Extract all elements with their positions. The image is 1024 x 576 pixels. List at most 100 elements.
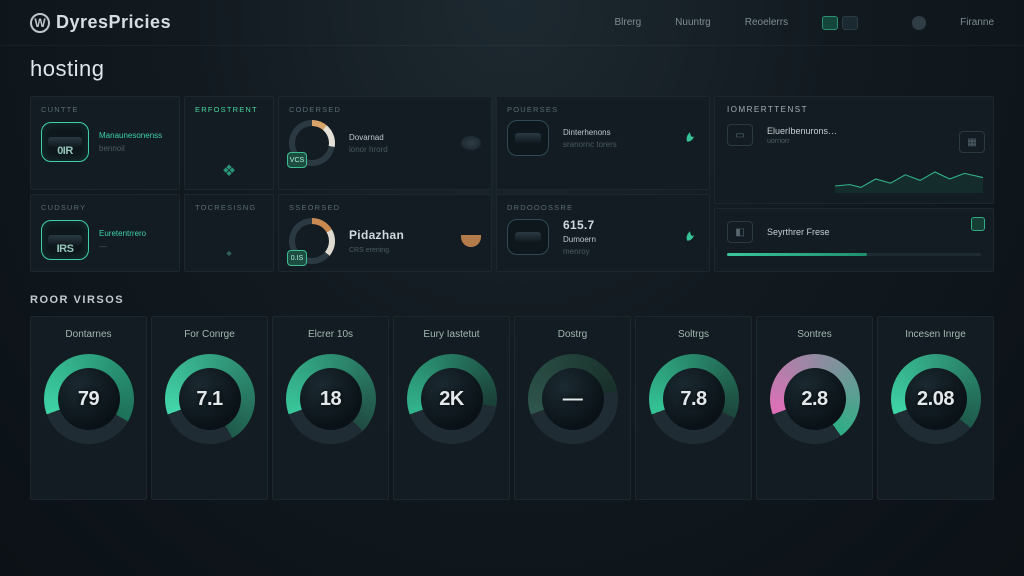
card-icon: ▭ — [727, 124, 753, 146]
metric-lines: Dovarnad lonor hrord — [349, 133, 388, 154]
metric-label: DRDOOOSSRE — [507, 203, 699, 212]
leaf-icon — [681, 230, 699, 244]
gauge-ring-icon: 7.8 — [649, 354, 739, 444]
metric-card-6[interactable]: SSEORSED 0.IS Pidazhan CRS erening — [278, 194, 492, 272]
metric-value: IRS — [57, 243, 74, 255]
metric-value: 0IR — [57, 145, 73, 157]
metric-label: ERFOSTRENT — [195, 105, 258, 114]
gauge-title: Dontarnes — [65, 329, 111, 340]
device-icon: 0IR — [41, 122, 89, 162]
brand: W DyresPricies — [30, 12, 171, 33]
gauge-card-0[interactable]: Dontarnes 79 — [30, 316, 147, 500]
avatar-icon[interactable] — [912, 16, 926, 30]
chip-icon — [507, 120, 549, 156]
brand-name: DyresPricies — [56, 12, 171, 33]
metric-card-5[interactable]: TOCRESISNG ⬩ — [184, 194, 274, 272]
spark-icon: ❖ — [222, 161, 236, 181]
gauge-ring-icon: 2.08 — [891, 354, 981, 444]
page-title: hosting — [0, 46, 1024, 96]
status-badge-dim-icon[interactable] — [842, 16, 858, 30]
metric-card-1[interactable]: ERFOSTRENT ❖ — [184, 96, 274, 190]
bowl-icon — [461, 235, 481, 247]
gauge-title: Incesen Inrge — [905, 329, 966, 340]
metrics-grid: CUNTTE 0IR Manaunesonenss bennoil ERFOST… — [30, 96, 710, 272]
metric-label: TOCRESISNG — [195, 203, 256, 212]
gauge-value: 7.8 — [680, 388, 706, 411]
gauge-value: 2K — [439, 388, 464, 411]
gauge-ring-icon: 7.1 — [165, 354, 255, 444]
panel-line1: EluerIbenurons… — [767, 126, 837, 136]
gauge-title: For Conrge — [184, 329, 235, 340]
gauge-card-4[interactable]: Dostrg — — [514, 316, 631, 500]
gauge-title: Eury Iastetut — [423, 329, 479, 340]
gauge-value: 79 — [78, 388, 99, 411]
panel-title: IOmrerttenst — [727, 105, 981, 114]
sparkline — [835, 165, 983, 193]
gauge-value: 2.08 — [917, 388, 954, 411]
section-title-gauges: ROOR VIRSOS — [0, 272, 1024, 316]
metric-card-7[interactable]: DRDOOOSSRE 615.7 Dumoern menroy — [496, 194, 710, 272]
metric-card-4[interactable]: CUDSURY IRS Euretentrrero — — [30, 194, 180, 272]
metric-lines: 615.7 Dumoern menroy — [563, 218, 596, 256]
orb-icon — [461, 136, 481, 150]
header: W DyresPricies Blrerg Nuuntrg Reoelerrs … — [0, 0, 1024, 46]
nav-link-0[interactable]: Blrerg — [614, 17, 641, 28]
brand-logo-icon: W — [30, 13, 50, 33]
overview-section: CUNTTE 0IR Manaunesonenss bennoil ERFOST… — [0, 96, 1024, 272]
metric-label: CUNTTE — [41, 105, 169, 114]
gauge-title: Dostrg — [558, 329, 587, 340]
diamond-icon: ⬩ — [226, 245, 232, 263]
metric-card-2[interactable]: CODERSED VCS Dovarnad lonor hrord — [278, 96, 492, 190]
usage-panel[interactable]: ◧ Seyrthrer Frese — [714, 208, 994, 272]
gauge-ring-icon: 2.8 — [770, 354, 860, 444]
pie-icon: VCS — [289, 120, 335, 166]
metric-card-3[interactable]: POUERSES Dinterhenons sranornc torers — [496, 96, 710, 190]
ring-badge: VCS — [287, 152, 307, 168]
gauge-card-6[interactable]: Sontres 2.8 — [756, 316, 873, 500]
chip-icon — [507, 219, 549, 255]
ring-badge: 0.IS — [287, 250, 307, 266]
panel-line2: uorriorr — [767, 138, 837, 145]
gauge-ring-icon: 2K — [407, 354, 497, 444]
nav-link-3[interactable]: Firanne — [960, 17, 994, 28]
gauge-card-1[interactable]: For Conrge 7.1 — [151, 316, 268, 500]
gauge-value: 7.1 — [196, 388, 222, 411]
metric-lines: Manaunesonenss bennoil — [99, 131, 162, 153]
gauge-title: Elcrer 10s — [308, 329, 353, 340]
gauge-card-5[interactable]: Soltrgs 7.8 — [635, 316, 752, 500]
usage-bar — [727, 253, 981, 256]
gauge-value: — — [563, 388, 583, 411]
nav-link-1[interactable]: Nuuntrg — [675, 17, 711, 28]
expand-icon[interactable] — [971, 217, 985, 231]
metric-lines: Euretentrrero — — [99, 229, 146, 251]
gauge-ring-icon: 79 — [44, 354, 134, 444]
top-nav: Blrerg Nuuntrg Reoelerrs Firanne — [614, 16, 994, 30]
disk-icon: ◧ — [727, 221, 753, 243]
gauge-title: Sontres — [797, 329, 831, 340]
gauge-card-2[interactable]: Elcrer 10s 18 — [272, 316, 389, 500]
leaf-icon — [681, 131, 699, 145]
grid-icon: ▦ — [959, 131, 985, 153]
gauge-value: 2.8 — [801, 388, 827, 411]
gauge-card-7[interactable]: Incesen Inrge 2.08 — [877, 316, 994, 500]
nav-link-2[interactable]: Reoelerrs — [745, 17, 788, 28]
metric-lines: Pidazhan CRS erening — [349, 228, 404, 254]
gauge-title: Soltrgs — [678, 329, 709, 340]
metric-label: POUERSES — [507, 105, 699, 114]
metric-label: SSEORSED — [289, 203, 481, 212]
gauges-row: Dontarnes79For Conrge7.1Elcrer 10s18Eury… — [0, 316, 1024, 500]
panel-line1: Seyrthrer Frese — [767, 227, 830, 237]
metric-card-0[interactable]: CUNTTE 0IR Manaunesonenss bennoil — [30, 96, 180, 190]
status-badge-active-icon[interactable] — [822, 16, 838, 30]
gauge-ring-icon: 18 — [286, 354, 376, 444]
metric-label: CODERSED — [289, 105, 481, 114]
metric-lines: Dinterhenons sranornc torers — [563, 128, 617, 149]
nav-status-badges — [822, 16, 858, 30]
metric-label: CUDSURY — [41, 203, 169, 212]
gauge-ring-icon: — — [528, 354, 618, 444]
side-panels: IOmrerttenst ▭ EluerIbenurons… uorriorr … — [714, 96, 994, 272]
gauge-card-3[interactable]: Eury Iastetut 2K — [393, 316, 510, 500]
device-icon: IRS — [41, 220, 89, 260]
pie-icon: 0.IS — [289, 218, 335, 264]
traffic-panel[interactable]: IOmrerttenst ▭ EluerIbenurons… uorriorr … — [714, 96, 994, 204]
